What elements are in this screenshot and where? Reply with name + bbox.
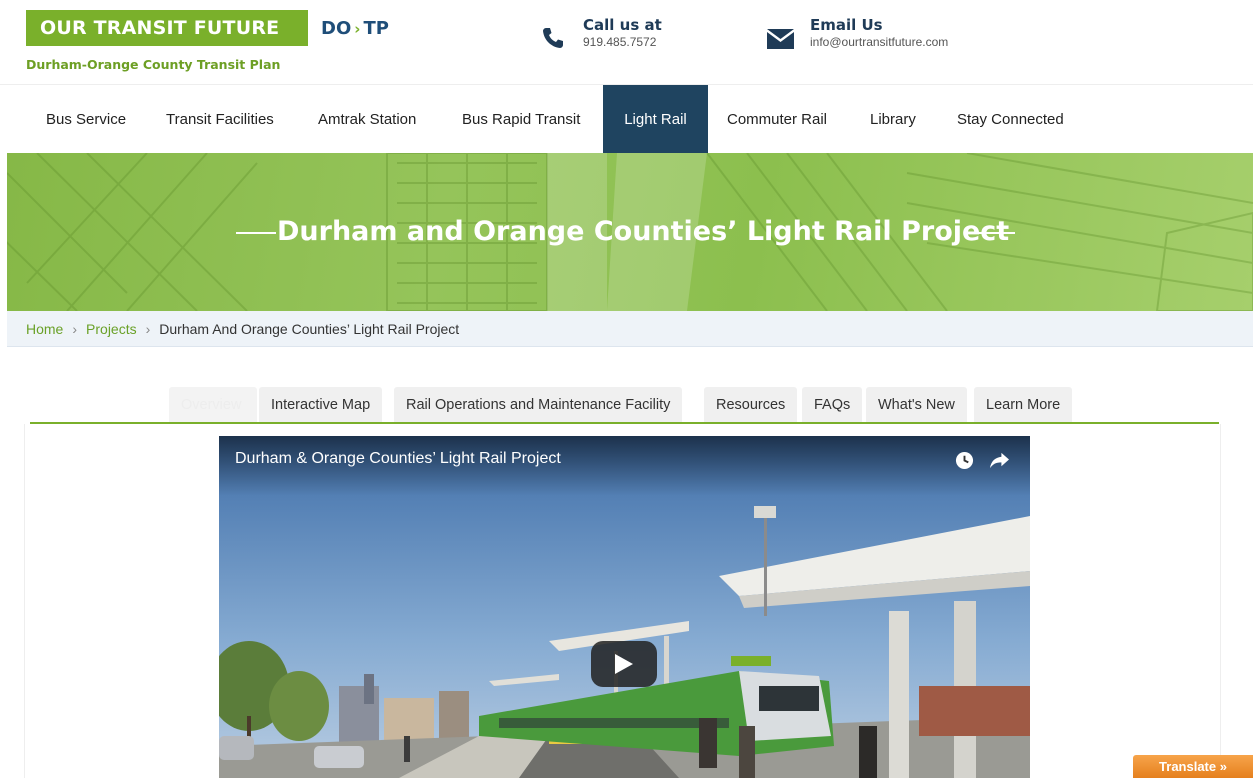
breadcrumb-home[interactable]: Home [26,321,63,337]
breadcrumb-projects[interactable]: Projects [86,321,137,337]
breadcrumb: Home › Projects › Durham And Orange Counties… [7,311,1253,347]
play-icon [615,654,633,674]
breadcrumb-current: Durham And Orange Counties’ Light Rail P… [159,321,460,337]
nav-item-commuter-rail[interactable]: Commuter Rail [708,85,846,154]
page-title: Durham and Orange Counties’ Light Rail P… [277,216,1010,247]
banner-rule-right [975,232,1015,234]
tab-whats-new[interactable]: What's New [866,387,967,423]
contact-call[interactable]: Call us at 919.485.7572 [583,16,662,50]
main-nav: Bus Service Transit Facilities Amtrak St… [0,84,1253,154]
nav-item-bus-rapid-transit[interactable]: Bus Rapid Transit [443,85,599,154]
logo-dotp[interactable]: DO › TP [321,18,389,39]
nav-item-library[interactable]: Library [851,85,935,154]
logo-wordmark[interactable]: OUR TRANSIT FUTURE [26,10,308,46]
nav-item-transit-facilities[interactable]: Transit Facilities [147,85,293,154]
tab-interactive-map[interactable]: Interactive Map [259,387,383,423]
email-address[interactable]: info@ourtransitfuture.com [810,34,948,50]
tab-learn-more[interactable]: Learn More [974,387,1073,423]
nav-item-light-rail[interactable]: Light Rail [603,85,708,154]
email-title: Email Us [810,16,883,34]
contact-email[interactable]: Email Us info@ourtransitfuture.com [810,16,948,50]
nav-item-amtrak-station[interactable]: Amtrak Station [299,85,435,154]
share-icon[interactable] [989,451,1010,470]
logo-dotp-left: DO [321,18,352,39]
envelope-icon [767,29,794,49]
nav-item-stay-connected[interactable]: Stay Connected [938,85,1083,154]
phone-icon [543,28,563,48]
logo-dotp-right: TP [363,18,389,39]
logo-dotp-arrow: › [354,20,361,38]
tab-overview[interactable]: Overview [169,387,257,423]
hero-banner: Durham and Orange Counties’ Light Rail P… [7,153,1253,311]
play-button[interactable] [591,641,657,687]
video-title[interactable]: Durham & Orange Counties’ Light Rail Pro… [235,450,561,468]
call-title: Call us at [583,16,662,34]
tab-resources[interactable]: Resources [704,387,798,423]
nav-item-bus-service[interactable]: Bus Service [27,85,145,154]
breadcrumb-separator: › [145,321,151,337]
tab-faqs[interactable]: FAQs [802,387,863,423]
logo-tagline: Durham-Orange County Transit Plan [26,57,281,72]
banner-rule-left [236,232,276,234]
translate-button[interactable]: Translate » [1133,755,1253,778]
call-number[interactable]: 919.485.7572 [583,34,662,50]
clock-icon[interactable] [955,451,974,470]
video-player[interactable]: Durham & Orange Counties’ Light Rail Pro… [219,436,1030,778]
tab-rail-operations[interactable]: Rail Operations and Maintenance Facility [394,387,683,423]
breadcrumb-separator: › [72,321,78,337]
site-header: OUR TRANSIT FUTURE DO › TP Durham-Orange C… [0,0,1253,84]
